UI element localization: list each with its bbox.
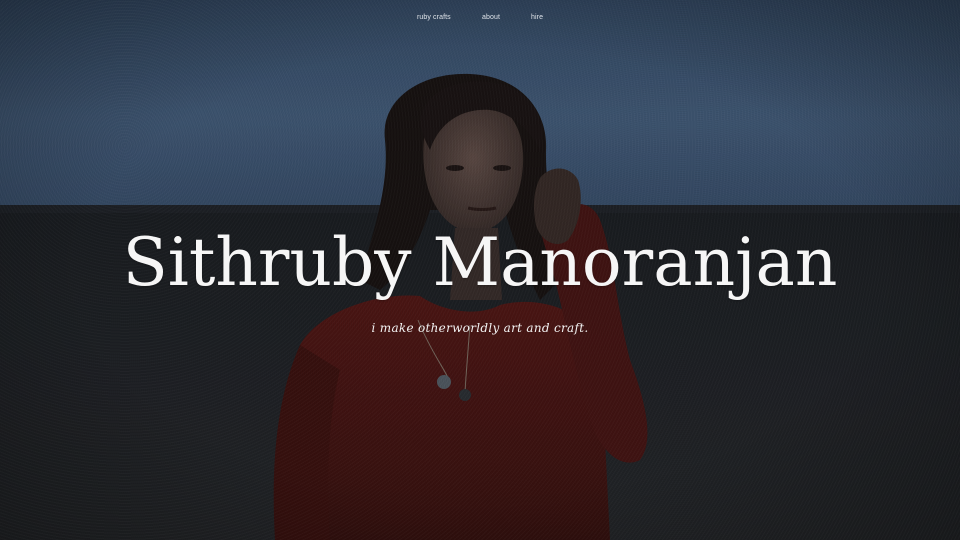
nav-link-hire[interactable]: hire bbox=[531, 14, 543, 21]
top-nav: ruby crafts about hire bbox=[0, 14, 960, 26]
nav-link-about[interactable]: about bbox=[482, 14, 500, 21]
hero-section: ruby crafts about hire Sithruby Manoranj… bbox=[0, 0, 960, 540]
hero-tagline: i make otherworldly art and craft. bbox=[371, 321, 589, 335]
nav-link-ruby-crafts[interactable]: ruby crafts bbox=[417, 14, 451, 21]
page-title: Sithruby Manoranjan bbox=[122, 224, 838, 301]
